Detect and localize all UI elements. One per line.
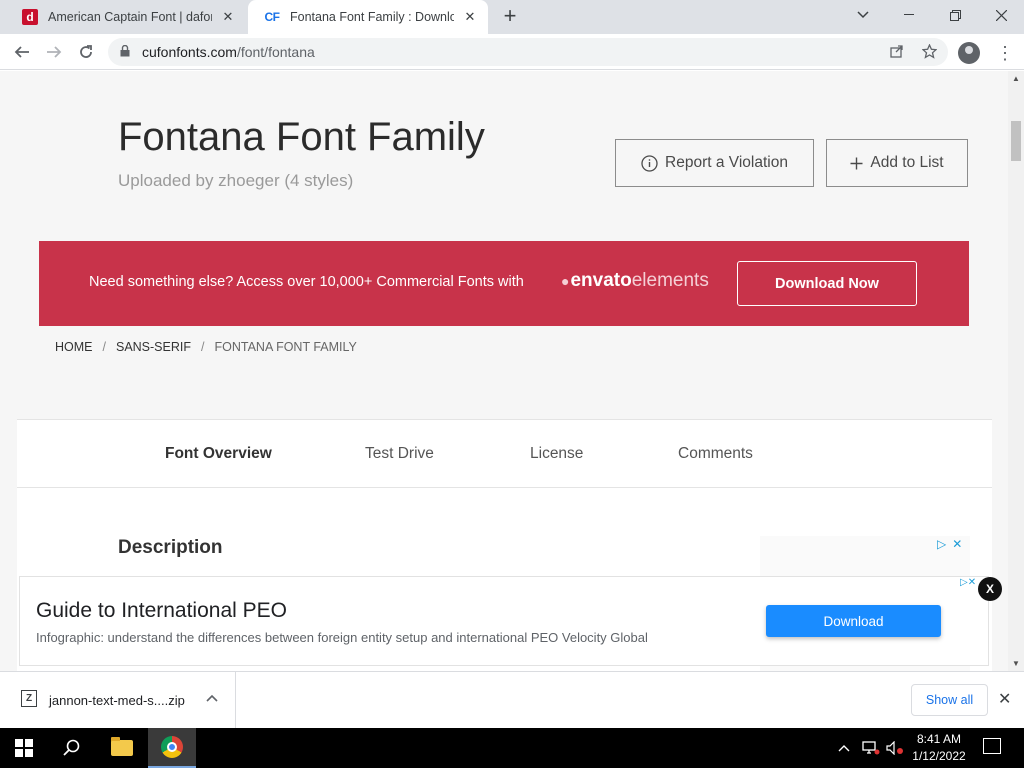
search-icon[interactable] [48, 728, 96, 768]
file-explorer-icon[interactable] [98, 728, 146, 768]
page-viewport: Fontana Font Family Uploaded by zhoeger … [0, 71, 1008, 671]
ad-dismiss-button[interactable]: X [978, 577, 1002, 601]
volume-muted-icon[interactable] [886, 728, 904, 768]
page-scrollbar[interactable]: ▲ ▼ [1008, 71, 1024, 671]
scroll-thumb[interactable] [1011, 121, 1021, 161]
reload-icon[interactable] [72, 38, 100, 66]
back-arrow-icon[interactable] [8, 38, 36, 66]
plus-icon [850, 157, 863, 170]
ad-download-button[interactable]: Download [766, 605, 941, 637]
tab-comments[interactable]: Comments [678, 445, 753, 463]
system-clock[interactable]: 8:41 AM 1/12/2022 [906, 731, 972, 765]
report-violation-label: Report a Violation [665, 154, 788, 171]
description-heading: Description [118, 537, 223, 558]
close-icon[interactable]: ✕ [220, 9, 236, 25]
minimize-icon[interactable] [886, 0, 932, 30]
restore-icon[interactable] [932, 0, 978, 30]
ad-subtitle[interactable]: Infographic: understand the differences … [36, 630, 648, 645]
font-tabs: Font Overview Test Drive License Comment… [17, 420, 992, 488]
chevron-up-icon[interactable] [206, 691, 218, 705]
envato-brand-light: elements [631, 270, 709, 291]
bookmark-star-icon[interactable] [921, 43, 938, 62]
url-host: cufonfonts.com [142, 44, 237, 60]
download-now-button[interactable]: Download Now [737, 261, 917, 306]
breadcrumb-home[interactable]: HOME [55, 340, 93, 354]
windows-taskbar: 8:41 AM 1/12/2022 [0, 728, 1024, 768]
window-close-icon[interactable] [978, 0, 1024, 30]
download-file-name[interactable]: jannon-text-med-s....zip [49, 693, 185, 708]
banner-text: Need something else? Access over 10,000+… [89, 274, 524, 290]
download-shelf: Z jannon-text-med-s....zip Show all ✕ [0, 671, 1024, 728]
url-path: /font/fontana [236, 44, 315, 60]
breadcrumb-current: FONTANA FONT FAMILY [214, 340, 357, 354]
adchoices-icon[interactable]: ▷✕ [960, 577, 976, 588]
scroll-down-arrow-icon[interactable]: ▼ [1012, 659, 1020, 668]
breadcrumb-separator: / [201, 340, 205, 354]
tab-strip: d American Captain Font | dafont.com ✕ C… [0, 0, 1024, 34]
chrome-taskbar-icon[interactable] [148, 728, 196, 768]
tab-license[interactable]: License [530, 445, 583, 463]
breadcrumb: HOME / SANS-SERIF / FONTANA FONT FAMILY [55, 340, 357, 354]
add-to-list-button[interactable]: Add to List [826, 139, 968, 187]
profile-avatar[interactable] [958, 42, 980, 64]
download-item[interactable]: Z jannon-text-med-s....zip [0, 672, 236, 728]
sticky-ad-banner[interactable]: Guide to International PEO Infographic: … [19, 576, 989, 666]
browser-tab-cufonfonts[interactable]: CF Fontana Font Family : Download ✕ [248, 0, 488, 34]
network-icon[interactable] [862, 728, 880, 768]
close-icon[interactable]: ✕ [462, 9, 478, 25]
cf-icon: CF [264, 10, 281, 24]
tab-title: American Captain Font | dafont.com [48, 10, 212, 24]
scroll-up-arrow-icon[interactable]: ▲ [1012, 74, 1020, 83]
lock-icon [120, 44, 134, 60]
dafont-icon: d [22, 9, 38, 25]
tab-font-overview[interactable]: Font Overview [165, 445, 272, 463]
address-bar[interactable]: cufonfonts.com/font/fontana [108, 38, 948, 66]
breadcrumb-separator: / [102, 340, 106, 354]
envato-leaf-icon: ● [561, 273, 570, 289]
tab-title: Fontana Font Family : Download [290, 10, 454, 24]
close-icon[interactable]: ✕ [998, 689, 1011, 709]
envato-elements-logo: ● envato elements [561, 270, 709, 292]
show-all-downloads-button[interactable]: Show all [911, 684, 988, 716]
page-title: Fontana Font Family [118, 115, 485, 159]
new-tab-button[interactable]: + [498, 5, 522, 29]
ad-choices[interactable]: ▷ ✕ [937, 537, 962, 551]
clock-date: 1/12/2022 [912, 749, 966, 763]
breadcrumb-sans-serif[interactable]: SANS-SERIF [116, 340, 191, 354]
envato-brand-bold: envato [570, 270, 632, 291]
add-to-list-label: Add to List [870, 154, 944, 171]
adchoices-play-icon[interactable]: ▷ [937, 537, 946, 551]
show-hidden-icons-icon[interactable] [838, 728, 850, 768]
zip-file-icon: Z [21, 690, 37, 707]
clock-time: 8:41 AM [916, 732, 962, 746]
chrome-menu-icon[interactable]: ⋮ [996, 40, 1014, 66]
forward-arrow-icon[interactable] [40, 38, 68, 66]
report-violation-button[interactable]: Report a Violation [615, 139, 814, 187]
share-icon[interactable] [890, 44, 904, 61]
tab-test-drive[interactable]: Test Drive [365, 445, 434, 463]
uploader-info: Uploaded by zhoeger (4 styles) [118, 171, 354, 190]
notification-center-icon[interactable] [983, 738, 1001, 754]
tab-search-icon[interactable] [840, 0, 886, 30]
windows-start-icon[interactable] [0, 728, 48, 768]
envato-promo-banner: Need something else? Access over 10,000+… [39, 241, 969, 326]
info-icon [641, 154, 658, 172]
ad-title[interactable]: Guide to International PEO [36, 599, 287, 623]
ad-close-icon[interactable]: ✕ [952, 537, 962, 551]
browser-tab-dafont[interactable]: d American Captain Font | dafont.com ✕ [6, 0, 246, 34]
browser-toolbar: cufonfonts.com/font/fontana [0, 34, 1024, 70]
